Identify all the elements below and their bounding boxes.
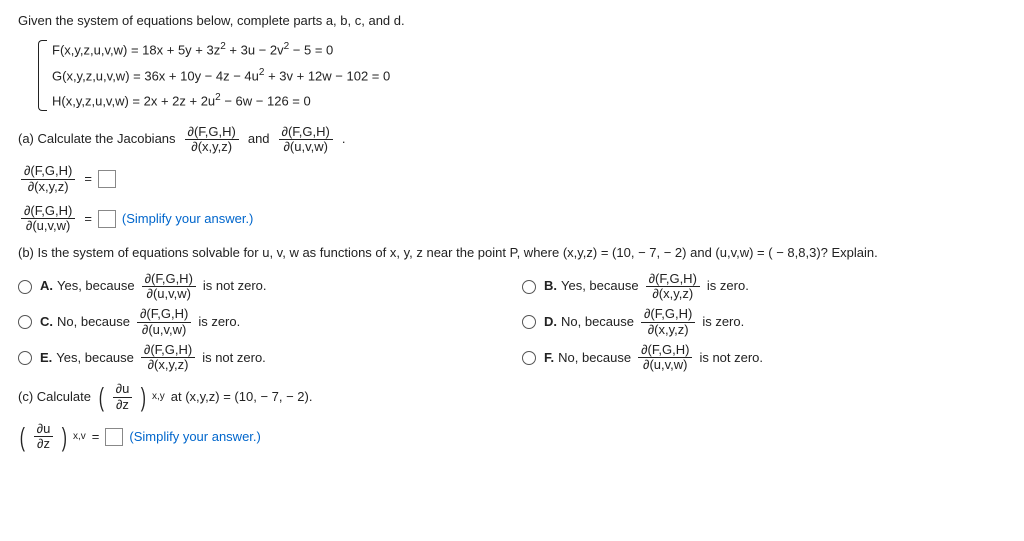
jacobian-xyz: ∂(F,G,H) ∂(x,y,z) <box>185 125 239 155</box>
option-letter: A. <box>40 277 53 295</box>
option-pre: Yes, because <box>56 349 134 367</box>
part-c-prompt: (c) Calculate ( ∂u∂z ) x,y at (x,y,z) = … <box>18 382 1006 412</box>
option-e[interactable]: E. Yes, because ∂(F,G,H)∂(x,y,z) is not … <box>18 343 502 373</box>
intro-text: Given the system of equations below, com… <box>18 12 1006 30</box>
simplify-hint: (Simplify your answer.) <box>122 210 253 228</box>
option-tail: is zero. <box>707 277 749 295</box>
jacobian-uvw: ∂(F,G,H) ∂(u,v,w) <box>279 125 333 155</box>
equals-sign: = <box>84 210 92 228</box>
part-a-prompt: (a) Calculate the Jacobians ∂(F,G,H) ∂(x… <box>18 125 1006 155</box>
period: . <box>342 130 346 148</box>
equals-sign: = <box>84 170 92 188</box>
option-letter: C. <box>40 313 53 331</box>
option-frac: ∂(F,G,H)∂(x,y,z) <box>646 272 700 302</box>
answer-input-du-dz[interactable] <box>105 428 123 446</box>
answer-input-xyz[interactable] <box>98 170 116 188</box>
part-c-answer: ( ∂u∂z ) x,v = (Simplify your answer.) <box>18 422 1006 452</box>
part-a-lead: (a) Calculate the Jacobians <box>18 130 176 148</box>
part-b-options: A. Yes, because ∂(F,G,H)∂(u,v,w) is not … <box>18 272 1006 373</box>
option-letter: D. <box>544 313 557 331</box>
option-tail: is not zero. <box>202 349 266 367</box>
du-dz-expr-ans: ( ∂u∂z ) x,v <box>18 422 86 452</box>
simplify-hint: (Simplify your answer.) <box>129 428 260 446</box>
radio-icon <box>522 315 536 329</box>
equals-sign: = <box>92 428 100 446</box>
option-frac: ∂(F,G,H)∂(u,v,w) <box>137 307 191 337</box>
option-b[interactable]: B. Yes, because ∂(F,G,H)∂(x,y,z) is zero… <box>522 272 1006 302</box>
and-text: and <box>248 130 270 148</box>
radio-icon <box>522 351 536 365</box>
option-tail: is zero. <box>702 313 744 331</box>
equation-h: H(x,y,z,u,v,w) = 2x + 2z + 2u2 − 6w − 12… <box>52 91 1006 111</box>
option-letter: B. <box>544 277 557 295</box>
answer-jacobian-xyz: ∂(F,G,H) ∂(x,y,z) = <box>18 164 1006 194</box>
option-letter: F. <box>544 349 554 367</box>
jacobian-uvw-lhs: ∂(F,G,H) ∂(u,v,w) <box>21 204 75 234</box>
du-dz-expr: ( ∂u∂z ) x,y <box>97 382 165 412</box>
option-frac: ∂(F,G,H)∂(x,y,z) <box>641 307 695 337</box>
option-letter: E. <box>40 349 52 367</box>
jacobian-xyz-lhs: ∂(F,G,H) ∂(x,y,z) <box>21 164 75 194</box>
option-d[interactable]: D. No, because ∂(F,G,H)∂(x,y,z) is zero. <box>522 307 1006 337</box>
radio-icon <box>18 351 32 365</box>
part-b-question: (b) Is the system of equations solvable … <box>18 244 1006 262</box>
option-c[interactable]: C. No, because ∂(F,G,H)∂(u,v,w) is zero. <box>18 307 502 337</box>
radio-icon <box>522 280 536 294</box>
option-frac: ∂(F,G,H)∂(u,v,w) <box>638 343 692 373</box>
option-pre: No, because <box>561 313 634 331</box>
option-pre: Yes, because <box>57 277 135 295</box>
option-pre: Yes, because <box>561 277 639 295</box>
option-pre: No, because <box>57 313 130 331</box>
answer-input-uvw[interactable] <box>98 210 116 228</box>
option-f[interactable]: F. No, because ∂(F,G,H)∂(u,v,w) is not z… <box>522 343 1006 373</box>
option-tail: is not zero. <box>699 349 763 367</box>
option-pre: No, because <box>558 349 631 367</box>
equation-f: F(x,y,z,u,v,w) = 18x + 5y + 3z2 + 3u − 2… <box>52 40 1006 60</box>
radio-icon <box>18 280 32 294</box>
equation-g: G(x,y,z,u,v,w) = 36x + 10y − 4z − 4u2 + … <box>52 66 1006 86</box>
answer-jacobian-uvw: ∂(F,G,H) ∂(u,v,w) = (Simplify your answe… <box>18 204 1006 234</box>
option-tail: is zero. <box>198 313 240 331</box>
option-frac: ∂(F,G,H)∂(x,y,z) <box>141 343 195 373</box>
option-frac: ∂(F,G,H)∂(u,v,w) <box>142 272 196 302</box>
equation-system: F(x,y,z,u,v,w) = 18x + 5y + 3z2 + 3u − 2… <box>38 40 1006 111</box>
part-c-lead: (c) Calculate <box>18 388 91 406</box>
part-c-tail: at (x,y,z) = (10, − 7, − 2). <box>171 388 313 406</box>
radio-icon <box>18 315 32 329</box>
option-a[interactable]: A. Yes, because ∂(F,G,H)∂(u,v,w) is not … <box>18 272 502 302</box>
option-tail: is not zero. <box>203 277 267 295</box>
